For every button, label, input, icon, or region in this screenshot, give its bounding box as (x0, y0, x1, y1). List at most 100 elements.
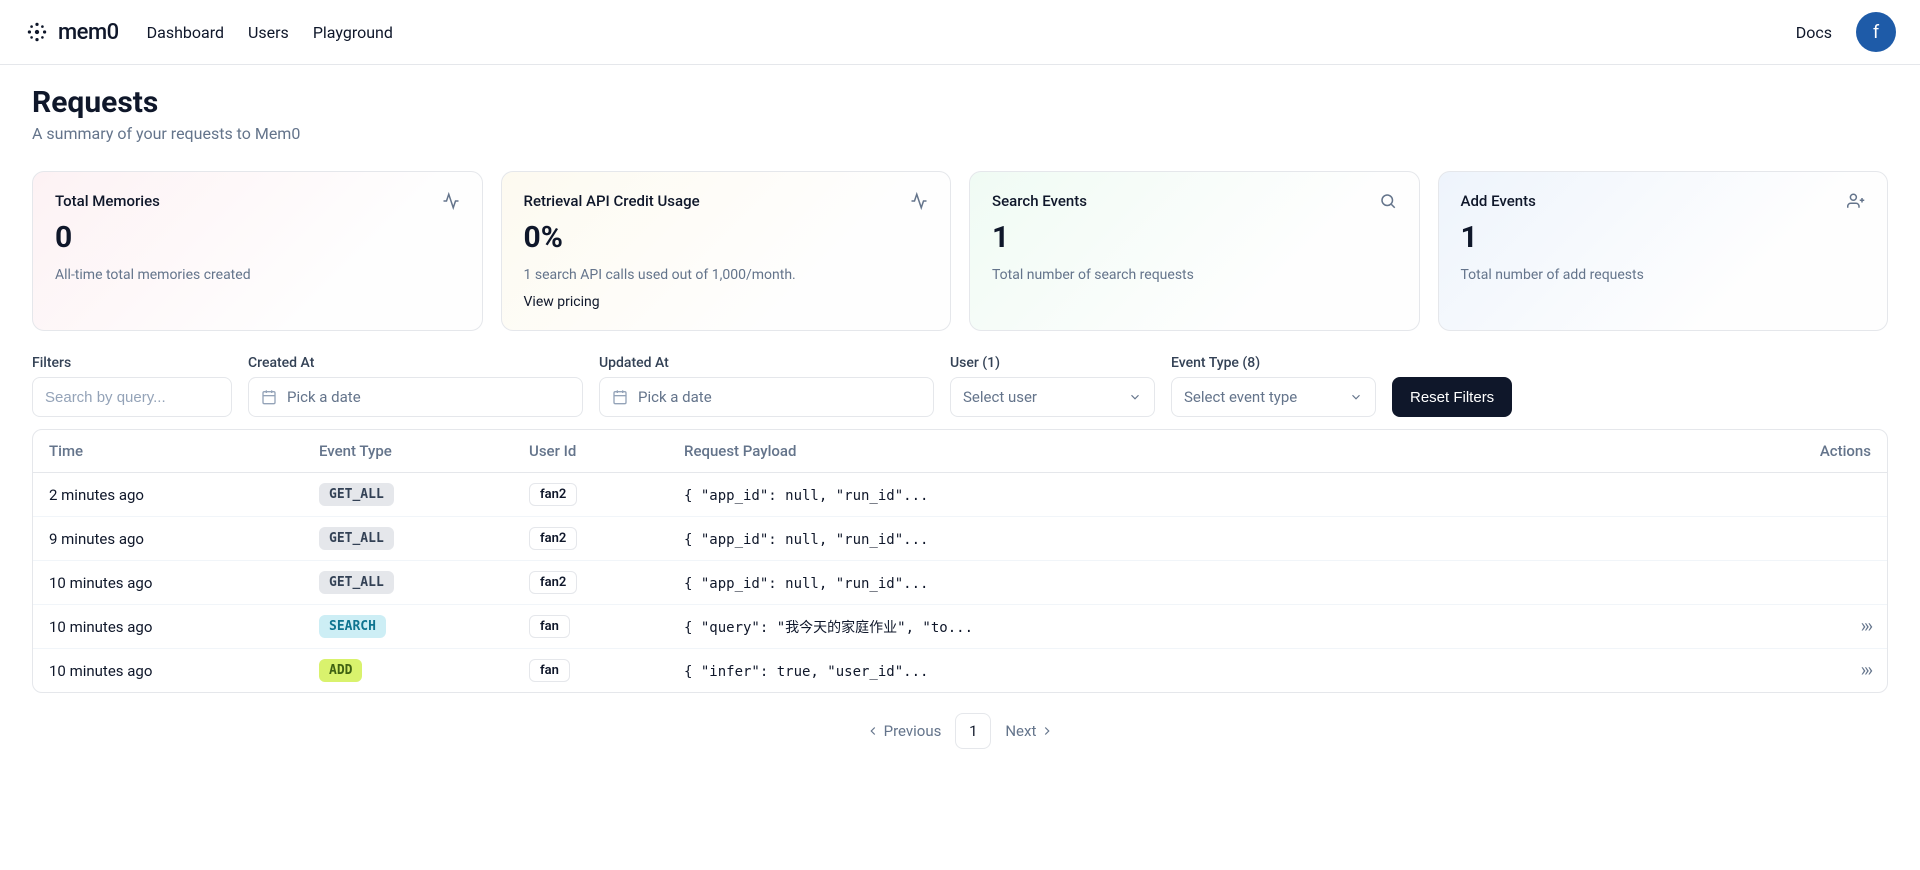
event-type-badge: GET_ALL (319, 571, 394, 594)
payload-text: { "infer": true, "user_id"... (684, 664, 928, 680)
reset-filters-button[interactable]: Reset Filters (1392, 377, 1512, 417)
nav-dashboard[interactable]: Dashboard (147, 23, 224, 42)
payload-text: { "app_id": null, "run_id"... (684, 488, 928, 504)
event-type-badge: GET_ALL (319, 483, 394, 506)
cell-payload: { "app_id": null, "run_id"... (668, 517, 1787, 561)
card-desc: Total number of search requests (992, 265, 1397, 286)
th-payload: Request Payload (668, 430, 1787, 473)
prev-label: Previous (884, 722, 942, 740)
nav-playground[interactable]: Playground (313, 23, 393, 42)
user-select[interactable]: Select user (950, 377, 1155, 417)
updated-at-picker[interactable]: Pick a date (599, 377, 934, 417)
user-pill[interactable]: fan (529, 659, 570, 682)
page-content: Requests A summary of your requests to M… (0, 65, 1920, 769)
prev-button[interactable]: Previous (866, 722, 942, 740)
event-type-badge: GET_ALL (319, 527, 394, 550)
nav-links: Dashboard Users Playground (147, 23, 393, 42)
logo[interactable]: mem0 (24, 19, 119, 45)
select-value: Select event type (1184, 388, 1297, 406)
user-filter-label: User (1) (950, 355, 1155, 371)
date-placeholder: Pick a date (287, 388, 361, 406)
card-title: Total Memories (55, 192, 160, 210)
nav-docs[interactable]: Docs (1796, 23, 1832, 42)
avatar[interactable]: f (1856, 12, 1896, 52)
cell-event-type: GET_ALL (303, 473, 513, 517)
card-total-memories: Total Memories 0 All-time total memories… (32, 171, 483, 331)
cell-time: 10 minutes ago (33, 561, 303, 605)
user-plus-icon (1847, 192, 1865, 210)
pagination: Previous 1 Next (32, 713, 1888, 749)
event-type-select[interactable]: Select event type (1171, 377, 1376, 417)
th-event-type: Event Type (303, 430, 513, 473)
event-type-badge: ADD (319, 659, 362, 682)
cell-actions (1787, 473, 1887, 517)
table-row: 10 minutes ago GET_ALL fan2 { "app_id": … (33, 561, 1887, 605)
cell-payload: { "app_id": null, "run_id"... (668, 561, 1787, 605)
cell-time: 2 minutes ago (33, 473, 303, 517)
chevron-down-icon (1349, 390, 1363, 404)
updated-at-label: Updated At (599, 355, 934, 371)
cell-actions (1787, 561, 1887, 605)
card-title: Search Events (992, 192, 1087, 210)
cell-time: 10 minutes ago (33, 649, 303, 693)
view-pricing-link[interactable]: View pricing (524, 294, 600, 310)
payload-text: { "query": "我今天的家庭作业", "to... (684, 620, 973, 636)
event-type-badge: SEARCH (319, 615, 386, 638)
cell-user: fan2 (513, 561, 668, 605)
cell-actions: ››› (1787, 605, 1887, 649)
cell-payload: { "query": "我今天的家庭作业", "to... (668, 605, 1787, 649)
card-desc: All-time total memories created (55, 265, 460, 286)
card-title: Retrieval API Credit Usage (524, 192, 700, 210)
cell-time: 10 minutes ago (33, 605, 303, 649)
activity-icon (910, 192, 928, 210)
event-type-label: Event Type (8) (1171, 355, 1376, 371)
created-at-picker[interactable]: Pick a date (248, 377, 583, 417)
user-pill[interactable]: fan (529, 615, 570, 638)
filters-row: Filters Created At Pick a date Updated A… (32, 355, 1888, 417)
table-row: 2 minutes ago GET_ALL fan2 { "app_id": n… (33, 473, 1887, 517)
activity-icon (442, 192, 460, 210)
topbar: mem0 Dashboard Users Playground Docs f (0, 0, 1920, 65)
cell-payload: { "app_id": null, "run_id"... (668, 473, 1787, 517)
search-input[interactable] (45, 389, 219, 406)
next-label: Next (1005, 722, 1036, 740)
th-time: Time (33, 430, 303, 473)
more-icon[interactable]: ››› (1861, 616, 1871, 637)
logo-text: mem0 (58, 20, 119, 45)
created-at-label: Created At (248, 355, 583, 371)
card-value: 1 (1461, 220, 1866, 255)
user-pill[interactable]: fan2 (529, 483, 577, 506)
user-pill[interactable]: fan2 (529, 527, 577, 550)
payload-text: { "app_id": null, "run_id"... (684, 576, 928, 592)
page-subtitle: A summary of your requests to Mem0 (32, 124, 1888, 143)
nav-users[interactable]: Users (248, 23, 289, 42)
card-add-events: Add Events 1 Total number of add request… (1438, 171, 1889, 331)
cell-user: fan (513, 605, 668, 649)
cell-event-type: GET_ALL (303, 517, 513, 561)
cell-actions: ››› (1787, 649, 1887, 693)
card-value: 0 (55, 220, 460, 255)
card-value: 1 (992, 220, 1397, 255)
card-title: Add Events (1461, 192, 1536, 210)
cell-actions (1787, 517, 1887, 561)
cell-payload: { "infer": true, "user_id"... (668, 649, 1787, 693)
th-user-id: User Id (513, 430, 668, 473)
filters-label: Filters (32, 355, 232, 371)
page-number[interactable]: 1 (955, 713, 991, 749)
user-pill[interactable]: fan2 (529, 571, 577, 594)
card-search-events: Search Events 1 Total number of search r… (969, 171, 1420, 331)
calendar-icon (612, 389, 628, 405)
logo-icon (24, 19, 50, 45)
cell-user: fan2 (513, 517, 668, 561)
more-icon[interactable]: ››› (1861, 660, 1871, 681)
stat-cards: Total Memories 0 All-time total memories… (32, 171, 1888, 331)
th-actions: Actions (1787, 430, 1887, 473)
card-credit-usage: Retrieval API Credit Usage 0% 1 search A… (501, 171, 952, 331)
search-input-wrap[interactable] (32, 377, 232, 417)
chevron-down-icon (1128, 390, 1142, 404)
page-title: Requests (32, 85, 1888, 120)
card-desc: Total number of add requests (1461, 265, 1866, 286)
next-button[interactable]: Next (1005, 722, 1054, 740)
cell-user: fan2 (513, 473, 668, 517)
card-value: 0% (524, 220, 929, 255)
